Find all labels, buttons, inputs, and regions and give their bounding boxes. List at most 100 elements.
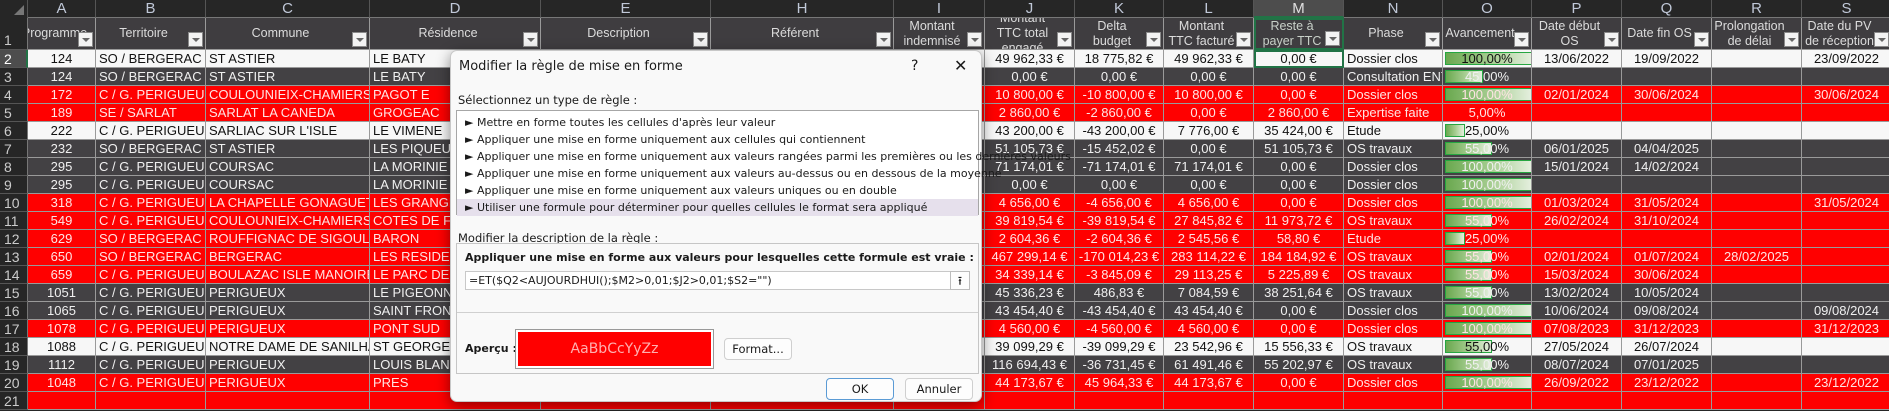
table-cell[interactable]: 01/07/2024 bbox=[1622, 248, 1712, 266]
column-header-A[interactable]: A bbox=[28, 0, 96, 18]
table-cell[interactable]: 0,00 € bbox=[1254, 374, 1344, 392]
table-cell[interactable]: 0,00 € bbox=[1164, 68, 1254, 86]
table-cell[interactable]: 0,00 € bbox=[1254, 68, 1344, 86]
table-cell[interactable]: 04/04/2025 bbox=[1622, 140, 1712, 158]
table-cell[interactable]: -170 014,23 € bbox=[1075, 248, 1164, 266]
table-cell[interactable]: SARLAT LA CANEDA bbox=[206, 104, 370, 122]
table-cell[interactable]: OS travaux bbox=[1344, 266, 1443, 284]
table-cell[interactable]: C / G. PERIGUEUX bbox=[96, 356, 206, 374]
column-header-P[interactable]: P bbox=[1532, 0, 1622, 18]
table-cell[interactable]: 55,00% bbox=[1443, 248, 1532, 266]
table-cell[interactable]: C / G. PERIGUEUX bbox=[96, 266, 206, 284]
table-cell[interactable] bbox=[1712, 158, 1802, 176]
row-header-14[interactable]: 14 bbox=[0, 266, 28, 284]
table-cell[interactable]: 55 202,97 € bbox=[1254, 356, 1344, 374]
table-cell[interactable]: 30/06/2024 bbox=[1622, 86, 1712, 104]
table-cell[interactable] bbox=[1802, 284, 1889, 302]
table-cell[interactable] bbox=[1802, 248, 1889, 266]
table-cell[interactable]: 25,00% bbox=[1443, 230, 1532, 248]
table-cell[interactable]: 0,00 € bbox=[1254, 302, 1344, 320]
table-cell[interactable]: 10/06/2024 bbox=[1532, 302, 1622, 320]
table-cell[interactable]: 27 845,82 € bbox=[1164, 212, 1254, 230]
filter-dropdown-icon[interactable] bbox=[1425, 32, 1440, 47]
row-header-15[interactable]: 15 bbox=[0, 284, 28, 302]
table-cell[interactable]: 55,00% bbox=[1443, 356, 1532, 374]
table-cell[interactable]: 4 656,00 € bbox=[985, 194, 1075, 212]
table-cell[interactable]: 467 299,14 € bbox=[985, 248, 1075, 266]
column-header-E[interactable]: E bbox=[541, 0, 711, 18]
table-cell[interactable]: 4 560,00 € bbox=[1164, 320, 1254, 338]
help-icon[interactable]: ? bbox=[911, 58, 918, 74]
table-cell[interactable]: 38 251,64 € bbox=[1254, 284, 1344, 302]
table-cell[interactable]: 27/05/2024 bbox=[1532, 338, 1622, 356]
row-header-5[interactable]: 5 bbox=[0, 104, 28, 122]
table-cell[interactable]: 26/07/2024 bbox=[1622, 338, 1712, 356]
table-cell[interactable]: -4 560,00 € bbox=[1075, 320, 1164, 338]
table-cell[interactable]: SO / BERGERAC bbox=[96, 248, 206, 266]
table-cell[interactable]: -43 454,40 € bbox=[1075, 302, 1164, 320]
table-cell[interactable]: 61 491,46 € bbox=[1164, 356, 1254, 374]
table-cell[interactable]: Dossier clos bbox=[1344, 86, 1443, 104]
table-cell[interactable]: 295 bbox=[28, 176, 96, 194]
table-cell[interactable]: OS travaux bbox=[1344, 284, 1443, 302]
table-cell[interactable]: 1088 bbox=[28, 338, 96, 356]
table-cell[interactable]: C / G. PERIGUEUX bbox=[96, 122, 206, 140]
row-header-19[interactable]: 19 bbox=[0, 356, 28, 374]
table-cell[interactable]: 15 556,33 € bbox=[1254, 338, 1344, 356]
table-cell[interactable]: -3 845,09 € bbox=[1075, 266, 1164, 284]
table-cell[interactable]: OS travaux bbox=[1344, 248, 1443, 266]
table-cell[interactable] bbox=[1802, 104, 1889, 122]
filter-dropdown-icon[interactable] bbox=[188, 32, 203, 47]
formula-input[interactable]: =ET($Q2<AUJOURDHUI();$M2>0,01;$J2>0,01;$… bbox=[465, 271, 970, 290]
table-cell[interactable]: 318 bbox=[28, 194, 96, 212]
table-cell[interactable] bbox=[1802, 68, 1889, 86]
table-cell[interactable]: SO / BERGERAC bbox=[96, 50, 206, 68]
table-cell[interactable] bbox=[1712, 104, 1802, 122]
table-cell[interactable]: PERIGUEUX bbox=[206, 374, 370, 392]
format-button[interactable]: Format... bbox=[724, 338, 792, 360]
table-cell[interactable]: C / G. PERIGUEUX bbox=[96, 86, 206, 104]
table-cell[interactable]: SO / BERGERAC bbox=[96, 230, 206, 248]
column-header-B[interactable]: B bbox=[96, 0, 206, 18]
filter-dropdown-icon[interactable] bbox=[1784, 32, 1799, 47]
table-cell[interactable]: 172 bbox=[28, 86, 96, 104]
rule-type-list[interactable]: ► Mettre en forme toutes les cellules d'… bbox=[456, 110, 1071, 216]
table-cell[interactable]: SE / SARLAT bbox=[96, 104, 206, 122]
table-cell[interactable] bbox=[1532, 176, 1622, 194]
table-cell[interactable]: 10 800,00 € bbox=[1164, 86, 1254, 104]
table-cell[interactable] bbox=[1712, 302, 1802, 320]
table-cell[interactable] bbox=[1622, 104, 1712, 122]
row-header-16[interactable]: 16 bbox=[0, 302, 28, 320]
filter-dropdown-icon[interactable] bbox=[967, 32, 982, 47]
table-cell[interactable]: 23/09/2022 bbox=[1802, 50, 1889, 68]
collapse-dialog-icon[interactable]: ⭱ bbox=[950, 271, 970, 290]
table-cell[interactable] bbox=[1712, 392, 1802, 410]
table-cell[interactable]: 10/05/2024 bbox=[1622, 284, 1712, 302]
select-all-corner[interactable] bbox=[0, 0, 28, 18]
table-cell[interactable]: 39 819,54 € bbox=[985, 212, 1075, 230]
table-cell[interactable]: OS travaux bbox=[1344, 140, 1443, 158]
table-cell[interactable]: C / G. PERIGUEUX bbox=[96, 302, 206, 320]
table-cell[interactable]: C / G. PERIGUEUX bbox=[96, 158, 206, 176]
table-cell[interactable]: SO / BERGERAC bbox=[96, 68, 206, 86]
table-cell[interactable]: 45,00% bbox=[1443, 68, 1532, 86]
filter-dropdown-icon[interactable] bbox=[78, 32, 93, 47]
table-cell[interactable]: LA CHAPELLE GONAGUET bbox=[206, 194, 370, 212]
table-cell[interactable]: 31/05/2024 bbox=[1622, 194, 1712, 212]
table-cell[interactable]: COURSAC bbox=[206, 176, 370, 194]
table-cell[interactable]: 0,00 € bbox=[1254, 86, 1344, 104]
table-cell[interactable]: 0,00 € bbox=[985, 68, 1075, 86]
table-cell[interactable]: Dossier clos bbox=[1344, 158, 1443, 176]
rule-type-option[interactable]: ► Mettre en forme toutes les cellules d'… bbox=[457, 114, 978, 131]
table-cell[interactable] bbox=[1075, 392, 1164, 410]
row-header-2[interactable]: 2 bbox=[0, 50, 28, 68]
table-cell[interactable]: 49 962,33 € bbox=[1164, 50, 1254, 68]
column-header-J[interactable]: J bbox=[985, 0, 1075, 18]
table-cell[interactable]: Etude bbox=[1344, 230, 1443, 248]
table-cell[interactable] bbox=[1712, 194, 1802, 212]
column-header-N[interactable]: N bbox=[1344, 0, 1443, 18]
table-cell[interactable]: 11 973,72 € bbox=[1254, 212, 1344, 230]
table-cell[interactable]: Dossier clos bbox=[1344, 176, 1443, 194]
column-header-D[interactable]: D bbox=[370, 0, 541, 18]
table-cell[interactable] bbox=[1532, 392, 1622, 410]
